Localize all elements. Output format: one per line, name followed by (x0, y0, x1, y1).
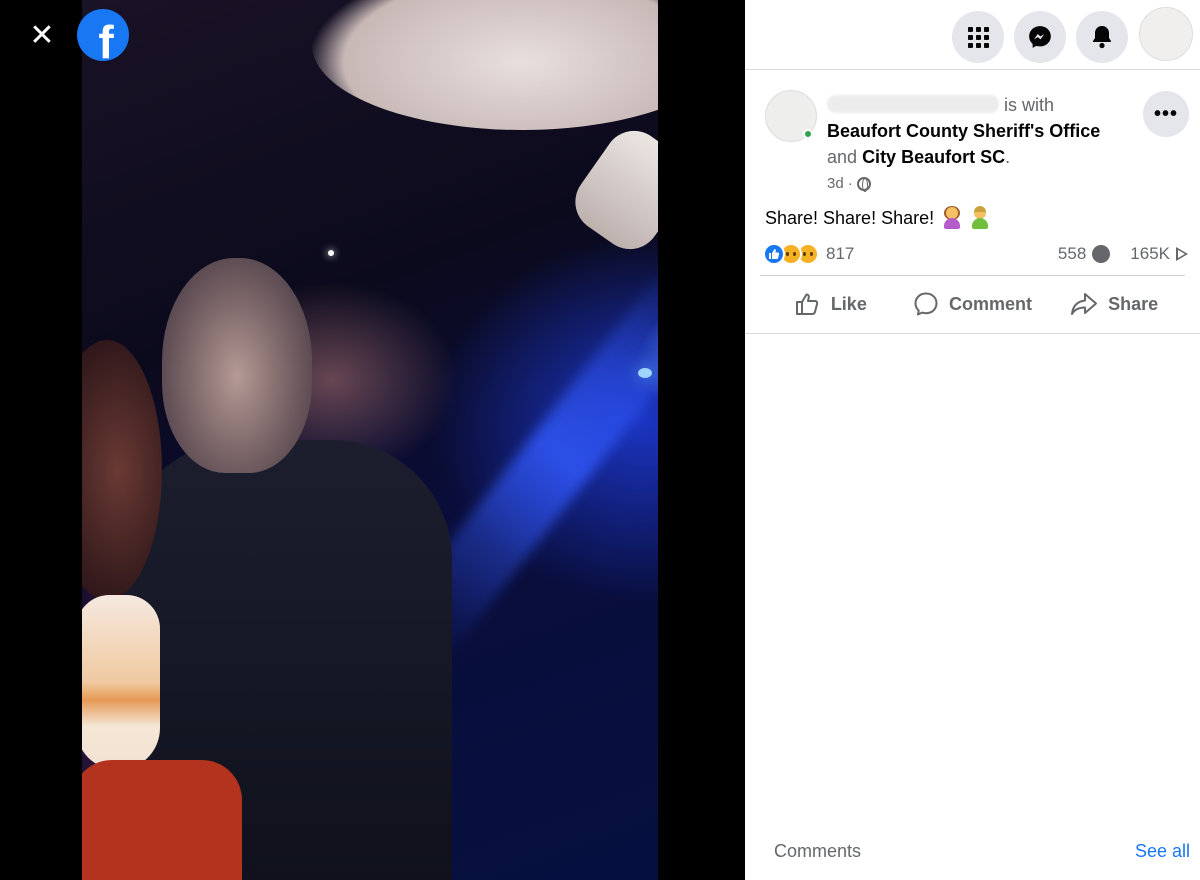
sun-visor (563, 119, 658, 261)
facebook-logo-letter: f (98, 16, 114, 61)
tagged-page-city[interactable]: City Beaufort SC (862, 147, 1005, 167)
meta-dot: · (847, 175, 853, 192)
reactions-count[interactable]: 817 (826, 244, 854, 264)
more-options-button[interactable]: ••• (1143, 91, 1189, 137)
video-frame[interactable] (82, 0, 658, 880)
comment-button[interactable]: Comment (902, 282, 1044, 326)
views-count[interactable]: 165K (1130, 244, 1170, 264)
post-text: Share! Share! Share! (765, 208, 935, 228)
like-label: Like (830, 293, 867, 314)
messenger-icon (1029, 26, 1051, 48)
reactions-bar: 817 558 165K (763, 241, 1188, 267)
post-actions: Like Comment Share (760, 276, 1185, 332)
period: . (1005, 147, 1011, 167)
facebook-photo-viewer: ✕ f is with Beaufort County Sheriff's Of… (0, 0, 1200, 880)
street-light (328, 250, 334, 256)
car-ceiling (312, 0, 658, 130)
post-time[interactable]: 3d (827, 175, 844, 192)
menu-grid-icon (967, 26, 989, 48)
panel-divider (745, 333, 1200, 334)
comments-footer: Comments See all (745, 838, 1200, 866)
man-facepalming-emoji (970, 206, 990, 229)
close-icon[interactable]: ✕ (22, 16, 62, 56)
thumbs-up-icon (795, 293, 818, 315)
officer-head (162, 258, 312, 473)
share-arrow-icon (1071, 293, 1098, 315)
engagement-counts: 558 165K (1058, 244, 1188, 264)
comment-icon (914, 292, 938, 316)
post-author-line: is with Beaufort County Sheriff's Office… (827, 92, 1147, 170)
tagged-page-sheriff[interactable]: Beaufort County Sheriff's Office (827, 121, 1100, 141)
media-viewer: ✕ f (0, 0, 745, 880)
share-button[interactable]: Share (1043, 282, 1185, 326)
notifications-button[interactable] (1076, 11, 1128, 63)
like-reaction-icon[interactable] (763, 243, 785, 265)
like-button[interactable]: Like (760, 282, 902, 326)
online-status-dot (803, 129, 813, 139)
woman-shrugging-emoji (942, 206, 962, 229)
play-icon (1176, 247, 1188, 261)
red-shirt (82, 760, 242, 880)
police-light (638, 368, 652, 378)
share-label: Share (1108, 293, 1159, 314)
see-all-link[interactable]: See all (1135, 841, 1190, 862)
globe-icon (856, 176, 871, 192)
top-bar (745, 0, 1200, 70)
and-text: and (827, 147, 858, 167)
author-name-redacted[interactable] (827, 95, 999, 113)
comments-label: Comments (774, 841, 862, 861)
post-meta: 3d · (827, 175, 871, 192)
comment-bubble-icon (1092, 245, 1111, 263)
comments-count[interactable]: 558 (1058, 244, 1086, 264)
post-body: Share! Share! Share! (765, 205, 990, 231)
facebook-logo[interactable]: f (77, 9, 129, 61)
menu-button[interactable] (952, 11, 1004, 63)
profile-avatar[interactable] (1139, 7, 1193, 61)
drink-cup (82, 595, 160, 770)
author-suffix: is with (1004, 95, 1055, 115)
comment-label: Comment (949, 293, 1033, 314)
messenger-button[interactable] (1014, 11, 1066, 63)
post-panel: is with Beaufort County Sheriff's Office… (745, 0, 1200, 880)
notifications-bell-icon (1093, 26, 1111, 49)
